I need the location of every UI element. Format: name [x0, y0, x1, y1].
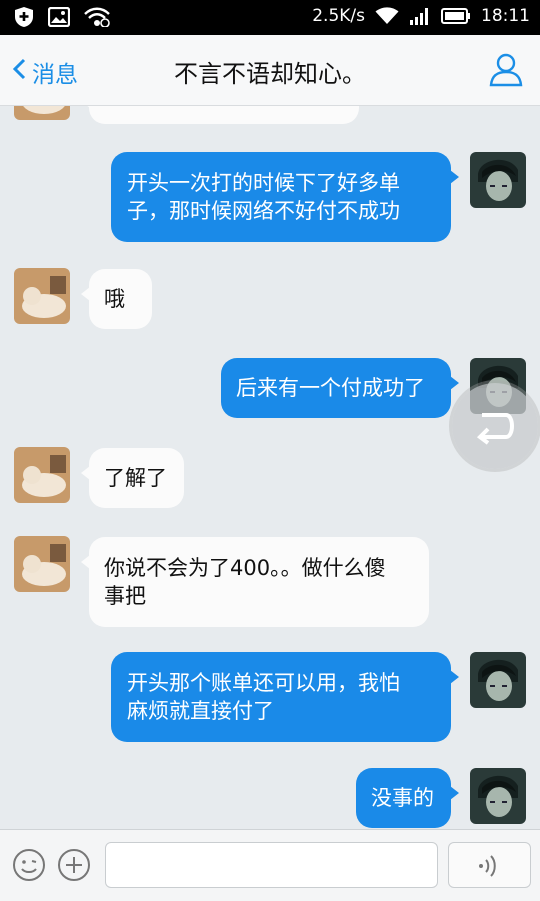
image-icon [48, 7, 70, 27]
message-line: 子，那时候网络不好付不成功 [127, 199, 400, 223]
contact-avatar[interactable] [14, 106, 70, 120]
smiley-icon [12, 849, 46, 886]
emoji-button[interactable] [12, 848, 46, 886]
battery-icon [441, 7, 471, 25]
message-line: 开头那个账单还可以用，我怕 [127, 671, 400, 695]
chat-header: 消息 不言不语却知心。 [0, 35, 540, 106]
profile-button[interactable] [488, 51, 524, 91]
return-icon [452, 413, 538, 473]
message-bubble[interactable]: 你说不会为了400。。做什么傻 事把 [81, 537, 429, 627]
wifi-question-icon [84, 7, 110, 27]
voice-button[interactable] [448, 842, 531, 888]
message-bubble[interactable]: 开头一次打的时候下了好多单 子，那时候网络不好付不成功 [111, 152, 459, 242]
network-speed: 2.5K/s [312, 6, 365, 26]
message-line: 你说不会为了400。。做什么傻 [104, 556, 386, 580]
message-bubble[interactable]: 了解了 [81, 448, 184, 508]
floating-back-button[interactable] [452, 383, 538, 469]
input-bar [0, 829, 540, 901]
message-line: 后来有一个付成功了 [236, 376, 425, 400]
contact-avatar[interactable] [14, 536, 70, 592]
message-line: 了解了 [104, 466, 167, 490]
clock: 18:11 [481, 6, 530, 26]
message-bubble-partial [81, 106, 359, 124]
message-bubble[interactable]: 开头那个账单还可以用，我怕 麻烦就直接付了 [111, 652, 459, 742]
contact-avatar[interactable] [14, 447, 70, 503]
wifi-icon [375, 7, 399, 25]
contact-avatar[interactable] [14, 268, 70, 324]
message-bubble[interactable]: 没事的 [356, 768, 459, 828]
status-bar: 2.5K/s 18:11 [0, 0, 540, 35]
chat-title: 不言不语却知心。 [174, 60, 366, 88]
self-avatar[interactable] [470, 652, 526, 708]
shield-icon [14, 6, 34, 28]
message-line: 开头一次打的时候下了好多单 [127, 171, 400, 195]
message-input[interactable] [105, 842, 438, 888]
plus-icon [57, 849, 91, 886]
message-line: 麻烦就直接付了 [127, 699, 274, 723]
message-bubble[interactable]: 后来有一个付成功了 [221, 358, 459, 418]
message-line: 没事的 [371, 786, 434, 810]
signal-icon [409, 7, 431, 25]
person-icon [488, 53, 524, 91]
self-avatar[interactable] [470, 768, 526, 824]
message-line: 事把 [104, 584, 146, 608]
more-button[interactable] [57, 848, 91, 886]
message-bubble[interactable]: 哦 [81, 269, 152, 329]
message-line: 哦 [104, 287, 125, 311]
self-avatar[interactable] [470, 152, 526, 208]
